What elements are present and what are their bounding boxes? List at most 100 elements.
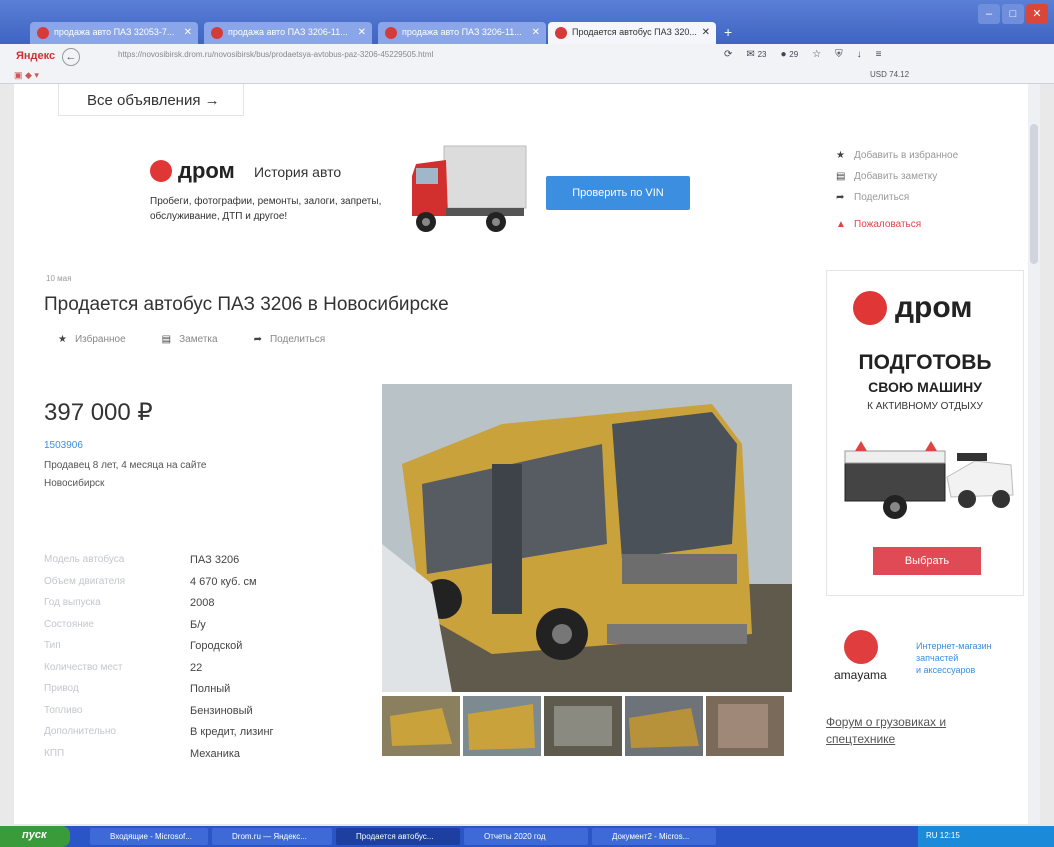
window-controls: – □ ✕ [978,4,1048,24]
browser-tab-bar: продажа авто ПАЗ 32053-7... ✕ продажа авт… [0,0,1054,44]
note-icon: ▤ [836,171,846,182]
price: 397 000 ₽ [44,399,153,426]
spec-table: Модель автобуса ПАЗ 3206 Объем двигателя 4… [44,554,374,769]
bookmark-star-icon[interactable]: ☆ [812,49,821,60]
spec-row: Модель автобуса ПАЗ 3206 [44,554,374,576]
spec-value: В кредит, лизинг [190,726,274,738]
notif-count: 29 [789,50,799,59]
mail-count: 23 [757,50,767,59]
seller-link[interactable]: 1503906 [44,440,83,451]
bookmarks-bar: ▣ ◆ ▾ USD 74.12 [0,70,1054,84]
close-tab-icon[interactable]: ✕ [702,27,710,38]
note-label: Заметка [179,334,218,345]
taskbar-item-active[interactable]: Продается автобус... [336,828,460,845]
thumbnail[interactable] [706,696,784,756]
check-vin-button[interactable]: Проверить по VIN [546,176,690,210]
close-tab-icon[interactable]: ✕ [532,27,540,38]
spec-row: Количество мест 22 [44,662,374,684]
star-icon: ★ [836,150,845,161]
trailer-image [844,441,1014,519]
add-note-label: Добавить заметку [854,171,938,182]
thumbnail[interactable] [625,696,703,756]
share-action[interactable]: ➦ Поделиться [254,334,326,345]
mail-icon[interactable]: ✉ 23 [746,49,766,60]
amayama-ad[interactable]: amayama Интернет-магазин запчастей и акс… [834,630,1034,690]
scrollbar-thumb[interactable] [1030,124,1038,264]
download-icon[interactable]: ↓ [857,49,862,60]
taskbar-item[interactable]: Отчеты 2020 год [464,828,588,845]
taskbar-item[interactable]: Документ2 - Micros... [592,828,716,845]
url-input[interactable]: https://novosibirsk.drom.ru/novosibirsk/… [92,50,732,66]
spec-key: Тип [44,640,61,651]
taskbar-item[interactable]: Входящие - Microsof... [90,828,208,845]
minimize-icon[interactable]: – [978,4,1000,24]
spec-row: Топливо Бензиновый [44,705,374,727]
page-title: Продается автобус ПАЗ 3206 в Новосибирск… [44,294,449,315]
maximize-icon[interactable]: □ [1002,4,1024,24]
taskbar-item[interactable]: Drom.ru — Яндекс... [212,828,332,845]
reload-icon[interactable]: ⟳ [724,49,732,60]
thumbnail[interactable] [463,696,541,756]
page-scrollbar[interactable] [1028,84,1040,824]
spec-row: Дополнительно В кредит, лизинг [44,726,374,748]
forum-link[interactable]: Форум о грузовиках и спецтехнике [826,714,996,748]
spec-key: Модель автобуса [44,554,125,565]
currency-widget[interactable]: USD 74.12 [870,70,909,79]
amayama-logo-icon [844,630,878,664]
spec-value: 22 [190,661,203,674]
add-note-link[interactable]: ▤ Добавить заметку [836,171,958,182]
spec-row: Привод Полный [44,683,374,705]
bookmark-icon[interactable]: ▣ ◆ ▾ [14,70,39,81]
spec-row: Состояние Б/у [44,619,374,641]
spec-row: Тип Городской [44,640,374,662]
amayama-text: Интернет-магазин запчастей и аксессуаров [916,640,992,676]
close-tab-icon[interactable]: ✕ [358,27,366,38]
browser-tab[interactable]: продажа авто ПАЗ 3206-11... ✕ [204,22,372,44]
share-label: Поделиться [854,192,910,203]
main-bus-photo[interactable] [382,384,792,692]
tab-title: продажа авто ПАЗ 3206-11... [228,27,348,37]
back-icon[interactable]: ← [62,48,80,66]
choose-button[interactable]: Выбрать [873,547,981,575]
amayama-line: запчастей [916,653,959,663]
amayama-line: и аксессуаров [916,665,976,675]
close-window-icon[interactable]: ✕ [1026,4,1048,24]
spec-value: Полный [190,683,231,695]
favicon-icon [211,27,223,39]
add-favorite-link[interactable]: ★ Добавить в избранное [836,150,958,161]
spec-value: ПАЗ 3206 [190,554,240,566]
notifications-icon[interactable]: ● 29 [780,49,798,60]
share-link[interactable]: ➦ Поделиться [836,192,958,203]
amayama-line: Интернет-магазин [916,641,992,651]
spec-key: Топливо [44,704,83,716]
address-bar-area: Яндекс ← https://novosibirsk.drom.ru/nov… [0,44,1054,84]
all-ads-link[interactable]: Все объявления → [58,84,244,116]
tab-title: Продается автобус ПАЗ 320... [572,27,697,37]
drom-logo-text: дром [178,158,235,183]
favorite-label: Избранное [74,334,126,345]
shield-icon[interactable]: ⛨ [835,49,843,60]
menu-icon[interactable]: ≡ [876,49,882,60]
complain-label: Пожаловаться [854,219,922,230]
thumbnail[interactable] [544,696,622,756]
note-action[interactable]: ▤ Заметка [162,334,218,345]
start-button[interactable]: пуск [0,826,70,847]
new-tab-icon[interactable]: + [724,24,732,40]
favicon-icon [555,27,567,39]
browser-tab[interactable]: продажа авто ПАЗ 3206-11... ✕ [378,22,546,44]
browser-logo: Яндекс [16,50,56,62]
share-label: Поделиться [269,334,326,345]
spec-key: КПП [44,747,65,759]
add-fav-label: Добавить в избранное [854,150,959,161]
drom-ad-logo: дром [853,291,973,325]
spec-value: Б/у [190,618,206,631]
browser-tab-active[interactable]: Продается автобус ПАЗ 320... ✕ [548,22,716,44]
thumbnail[interactable] [382,696,460,756]
drom-ad-banner[interactable]: дром ПОДГОТОВЬ СВОЮ МАШИНУ К АКТИВНОМУ О… [826,270,1024,596]
close-tab-icon[interactable]: ✕ [184,27,192,38]
tab-title: продажа авто ПАЗ 32053-7... [54,27,175,37]
favorite-action[interactable]: ★ Избранное [58,334,126,345]
browser-tab[interactable]: продажа авто ПАЗ 32053-7... ✕ [30,22,198,44]
drom-logo-icon [853,291,887,325]
complain-link[interactable]: ▲ Пожаловаться [836,219,958,230]
